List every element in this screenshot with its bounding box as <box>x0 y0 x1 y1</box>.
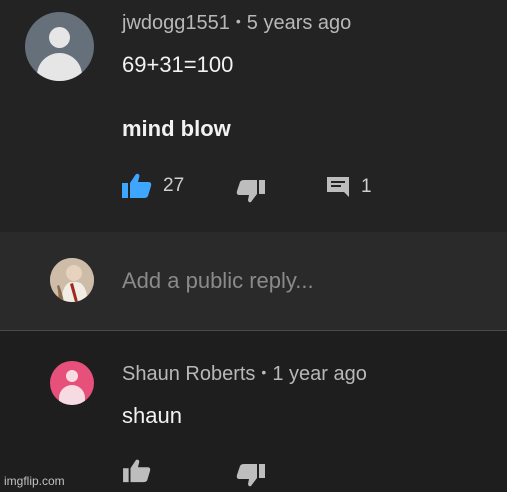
reply-button[interactable]: 1 <box>325 175 372 199</box>
reply-meta: Shaun Roberts • 1 year ago <box>122 363 367 386</box>
user-avatar <box>50 258 94 302</box>
comment-text-line-2: mind blow <box>122 116 231 141</box>
meta-separator: • <box>261 364 267 380</box>
commenter-avatar[interactable] <box>25 12 94 81</box>
thumbs-down-icon <box>236 178 266 204</box>
watermark: imgflip.com <box>4 474 65 488</box>
reply-dislike-button[interactable] <box>236 462 266 488</box>
reply-input[interactable]: Add a public reply... <box>122 268 314 294</box>
avatar-body-icon <box>37 53 82 81</box>
user-photo-icon <box>50 258 94 302</box>
like-count: 27 <box>163 175 185 196</box>
comment-icon <box>325 175 351 199</box>
like-button[interactable]: 27 <box>121 172 184 200</box>
reply-age[interactable]: 1 year ago <box>272 363 367 385</box>
reply-like-button[interactable] <box>122 458 152 484</box>
thumbs-up-icon <box>122 458 152 484</box>
default-avatar-icon <box>66 370 78 382</box>
thumbs-up-icon <box>121 172 153 200</box>
avatar-body-icon <box>59 385 85 405</box>
dislike-button[interactable] <box>236 178 266 204</box>
comment-text-line-1: 69+31=100 <box>122 52 234 77</box>
meta-separator: • <box>235 13 241 29</box>
reply-author-avatar[interactable] <box>50 361 94 405</box>
reply-author[interactable]: Shaun Roberts <box>122 363 255 385</box>
comment-meta: jwdogg1551 • 5 years ago <box>122 12 351 35</box>
reply-text: shaun <box>122 403 182 428</box>
default-avatar-icon <box>49 27 70 48</box>
comment-age[interactable]: 5 years ago <box>247 12 352 34</box>
reply-count: 1 <box>361 176 372 197</box>
thumbs-down-icon <box>236 462 266 488</box>
comment-author[interactable]: jwdogg1551 <box>122 12 230 34</box>
